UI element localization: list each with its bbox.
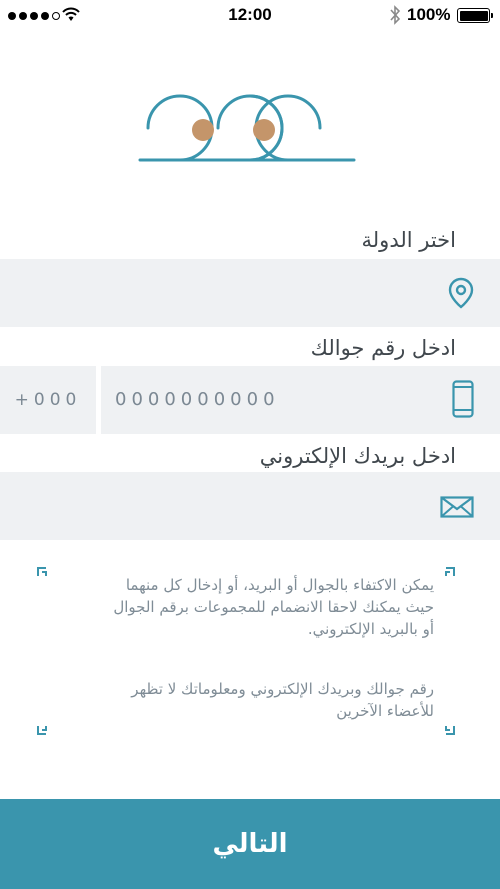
status-bar: 12:00 100% (0, 0, 500, 32)
bluetooth-icon (390, 5, 401, 25)
battery-percent: 100% (407, 5, 451, 24)
country-selector[interactable] (0, 259, 500, 327)
corner-bracket-icon (37, 726, 47, 735)
info-line: أو بالبريد الإلكتروني. (307, 620, 434, 638)
phone-label: ادخل رقم جوالك (310, 336, 456, 360)
info-line: يمكن الاكتفاء بالجوال أو البريد، أو إدخا… (125, 576, 434, 594)
phone-number-field[interactable]: 0000000000 (101, 366, 500, 434)
location-pin-icon (448, 277, 474, 309)
battery-icon (457, 8, 493, 23)
info-line: حيث يمكنك لاحقا الانضمام للمجموعات برقم … (113, 598, 434, 616)
info-line: للأعضاء الآخرين (336, 702, 434, 720)
envelope-icon (440, 496, 474, 518)
corner-bracket-icon (37, 567, 47, 576)
logo-icon (138, 94, 356, 162)
info-paragraph-2: رقم جوالك وبريدك الإلكتروني ومعلوماتك لا… (54, 678, 434, 722)
phone-number-value: 0000000000 (115, 389, 280, 410)
country-code-field[interactable]: +000 (0, 366, 96, 434)
email-label: ادخل بريدك الإلكتروني (259, 444, 456, 468)
country-label: اختر الدولة (361, 228, 456, 252)
email-field[interactable] (0, 472, 500, 540)
info-box: يمكن الاكتفاء بالجوال أو البريد، أو إدخا… (36, 566, 456, 736)
info-line: رقم جوالك وبريدك الإلكتروني ومعلوماتك لا… (131, 680, 434, 698)
info-paragraph-1: يمكن الاكتفاء بالجوال أو البريد، أو إدخا… (54, 574, 434, 640)
corner-bracket-icon (445, 726, 455, 735)
mobile-phone-icon (452, 380, 474, 418)
corner-bracket-icon (445, 567, 455, 576)
next-button[interactable]: التالي (0, 799, 500, 889)
